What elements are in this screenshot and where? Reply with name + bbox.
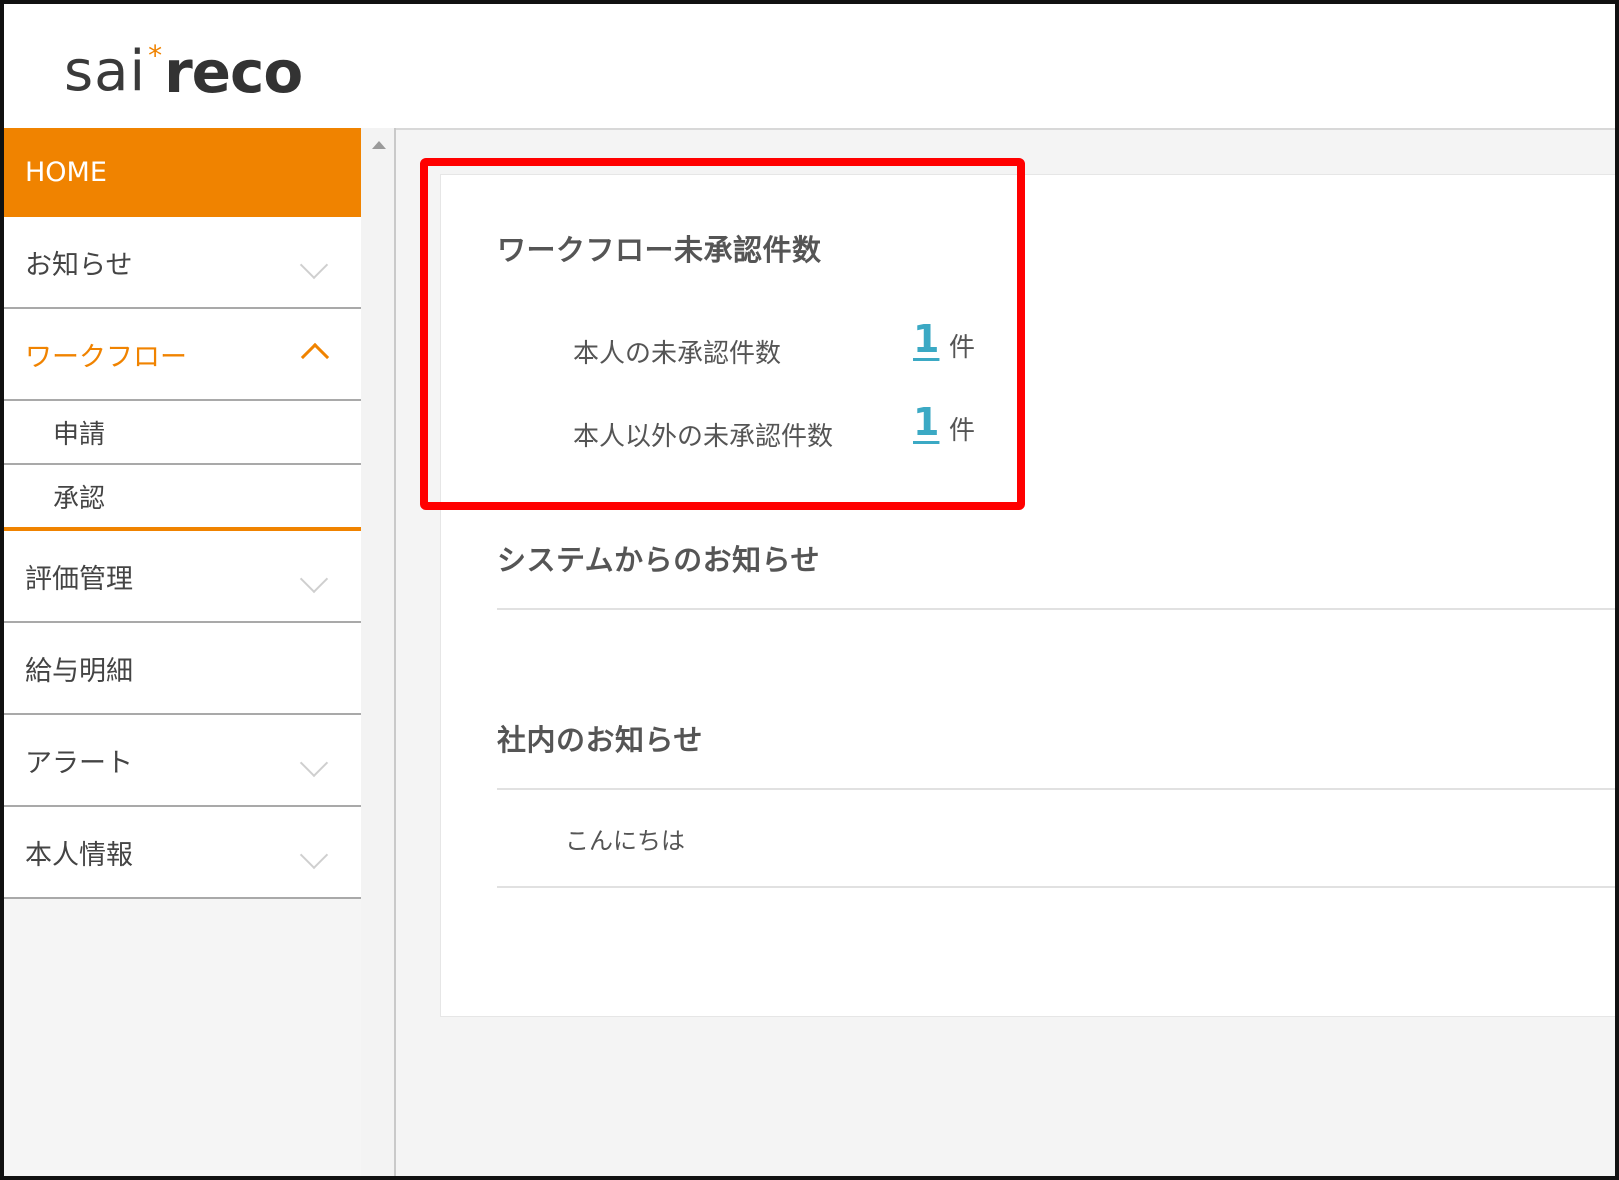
chevron-up-icon [300, 342, 330, 372]
chevron-down-icon [299, 840, 329, 870]
sidebar-item-label: お知らせ [25, 249, 133, 281]
sidebar-item-label: ワークフロー [25, 341, 187, 373]
header: sai * reco [4, 4, 1615, 128]
chevron-down-icon [299, 564, 329, 594]
sidebar-item-evaluation[interactable]: 評価管理 [4, 531, 361, 623]
sidebar-item-label: 給与明細 [25, 655, 133, 687]
chevron-down-icon [299, 250, 329, 280]
sidebar-item-label: 本人情報 [25, 839, 133, 871]
company-notice-item-divider [497, 886, 1615, 888]
sidebar-item-profile[interactable]: 本人情報 [4, 807, 361, 899]
sidebar-scrollbar[interactable] [361, 128, 396, 1176]
sidebar-nav: HOME お知らせ ワークフロー 申請 承認 評価管理 給与明細 アラート 本人… [4, 128, 361, 899]
highlight-box [420, 158, 1025, 510]
system-notices-title: システムからのお知らせ [497, 543, 821, 577]
sidebar-item-home[interactable]: HOME [4, 128, 361, 217]
logo-text-sai: sai [64, 39, 147, 104]
company-notice-item[interactable]: こんにちは [565, 821, 685, 856]
sidebar-item-alert[interactable]: アラート [4, 715, 361, 807]
sidebar-item-workflow[interactable]: ワークフロー [4, 309, 361, 401]
sai-reco-logo[interactable]: sai * reco [64, 32, 303, 106]
company-notices-divider [497, 788, 1615, 790]
sidebar-item-label: HOME [25, 157, 107, 188]
sidebar-subitem-label: 申請 [53, 419, 106, 450]
company-notices-title: 社内のお知らせ [497, 723, 703, 757]
sidebar-item-label: 評価管理 [25, 563, 133, 595]
sidebar-item-payslip[interactable]: 給与明細 [4, 623, 361, 715]
scroll-up-arrow-icon[interactable] [372, 141, 386, 149]
sidebar-subitem-label: 承認 [53, 483, 106, 514]
app-frame: sai * reco HOME お知らせ ワークフロー 申請 承認 評価管理 給… [0, 0, 1619, 1180]
logo-text-reco: reco [164, 38, 303, 106]
sidebar-subitem-application[interactable]: 申請 [4, 401, 361, 465]
chevron-down-icon [299, 748, 329, 778]
sidebar-item-label: アラート [25, 747, 133, 779]
system-notices-divider [497, 608, 1615, 610]
sidebar-item-notices[interactable]: お知らせ [4, 217, 361, 309]
logo-star-icon: * [148, 39, 163, 72]
sidebar-subitem-approval[interactable]: 承認 [4, 465, 361, 531]
sidebar: HOME お知らせ ワークフロー 申請 承認 評価管理 給与明細 アラート 本人… [4, 128, 361, 1176]
